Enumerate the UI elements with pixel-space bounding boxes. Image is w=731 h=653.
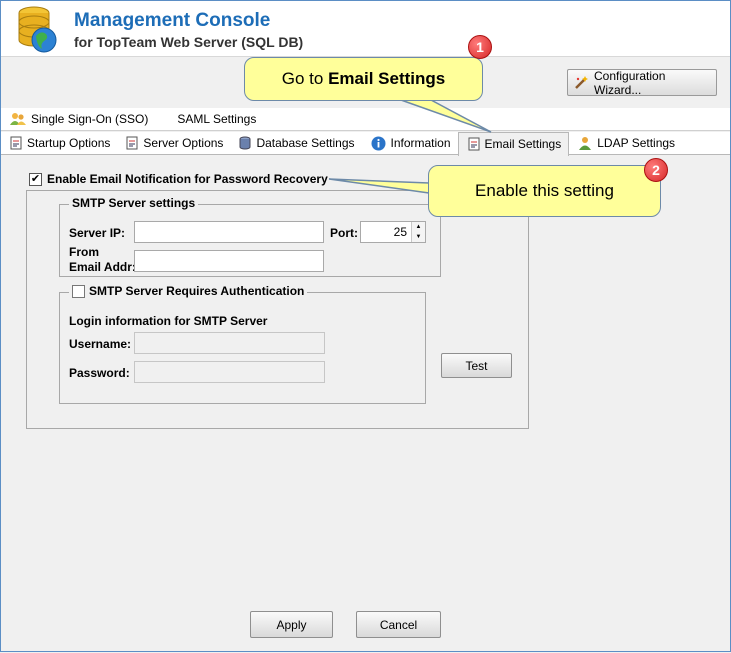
test-button[interactable]: Test (441, 353, 512, 378)
app-subtitle: for TopTeam Web Server (SQL DB) (74, 34, 304, 50)
tab-email-settings[interactable]: Email Settings (457, 131, 570, 156)
info-icon (371, 136, 385, 150)
spin-down-icon[interactable]: ▼ (412, 232, 425, 242)
configuration-wizard-button[interactable]: Configuration Wizard... (567, 68, 717, 97)
enable-email-notification-row[interactable]: ✔ Enable Email Notification for Password… (29, 172, 328, 186)
magic-wand-icon (575, 75, 588, 89)
app-title: Management Console (74, 10, 271, 31)
document-icon (126, 136, 138, 150)
database-globe-icon (18, 6, 57, 53)
from-email-label-line2: Email Addr: (69, 260, 136, 274)
enable-email-notification-checkbox[interactable]: ✔ (29, 172, 42, 186)
tab-server-options[interactable]: Server Options (117, 132, 230, 154)
tab-saml-settings[interactable]: SAML Settings (155, 108, 263, 130)
tab-label: Information (390, 136, 451, 150)
tab-label: Database Settings (256, 136, 355, 150)
smtp-server-settings-legend: SMTP Server settings (69, 196, 199, 210)
tab-row-bottom: Startup Options Server Options Database … (1, 131, 730, 156)
callout-1-bold: Email Settings (328, 69, 446, 88)
document-icon (10, 136, 22, 150)
tab-single-sign-on[interactable]: Single Sign-On (SSO) (1, 108, 155, 130)
from-email-label: From Email Addr: (69, 245, 136, 275)
port-input[interactable] (361, 222, 411, 242)
header: Management Console for TopTeam Web Serve… (1, 1, 730, 57)
users-icon (10, 113, 26, 125)
port-label: Port: (330, 226, 358, 240)
tab-label: LDAP Settings (597, 136, 676, 150)
tab-startup-options[interactable]: Startup Options (1, 132, 117, 154)
management-console-window: Management Console for TopTeam Web Serve… (0, 0, 731, 652)
database-icon (239, 136, 251, 150)
tab-label: Single Sign-On (SSO) (31, 112, 149, 126)
tab-label: SAML Settings (177, 112, 257, 126)
tab-label: Email Settings (484, 137, 562, 151)
tab-label: Server Options (143, 136, 224, 150)
port-spinner[interactable]: ▲ ▼ (360, 221, 426, 243)
enable-email-notification-label: Enable Email Notification for Password R… (47, 172, 328, 186)
callout-go-to-email-settings: Go to Email Settings (244, 57, 483, 101)
server-ip-input[interactable] (134, 221, 324, 243)
tab-ldap-settings[interactable]: LDAP Settings (569, 132, 682, 154)
tab-information[interactable]: Information (362, 132, 458, 154)
cancel-button[interactable]: Cancel (356, 611, 441, 638)
from-email-input[interactable] (134, 250, 324, 272)
step-badge-2: 2 (644, 158, 668, 182)
callout-1-prefix: Go to (281, 69, 329, 88)
username-label: Username: (69, 337, 132, 351)
login-info-label: Login information for SMTP Server (69, 314, 268, 328)
callout-enable-this-setting: Enable this setting (428, 165, 661, 217)
smtp-authentication-checkbox[interactable] (72, 284, 85, 298)
apply-button[interactable]: Apply (250, 611, 333, 638)
port-spin-buttons[interactable]: ▲ ▼ (411, 222, 425, 242)
step-badge-1: 1 (468, 35, 492, 59)
spin-up-icon[interactable]: ▲ (412, 222, 425, 232)
server-ip-label: Server IP: (69, 226, 126, 240)
tab-database-settings[interactable]: Database Settings (230, 132, 361, 154)
from-email-label-line1: From (69, 245, 99, 259)
smtp-authentication-label: SMTP Server Requires Authentication (89, 284, 305, 298)
user-icon (579, 137, 592, 150)
tab-row-top: Single Sign-On (SSO) SAML Settings (1, 108, 730, 131)
password-input[interactable] (134, 361, 325, 383)
configuration-wizard-label: Configuration Wizard... (594, 68, 666, 97)
document-icon (468, 137, 480, 151)
password-label: Password: (69, 366, 130, 380)
username-input[interactable] (134, 332, 325, 354)
smtp-authentication-legend[interactable]: SMTP Server Requires Authentication (69, 284, 308, 298)
tab-label: Startup Options (27, 136, 111, 150)
